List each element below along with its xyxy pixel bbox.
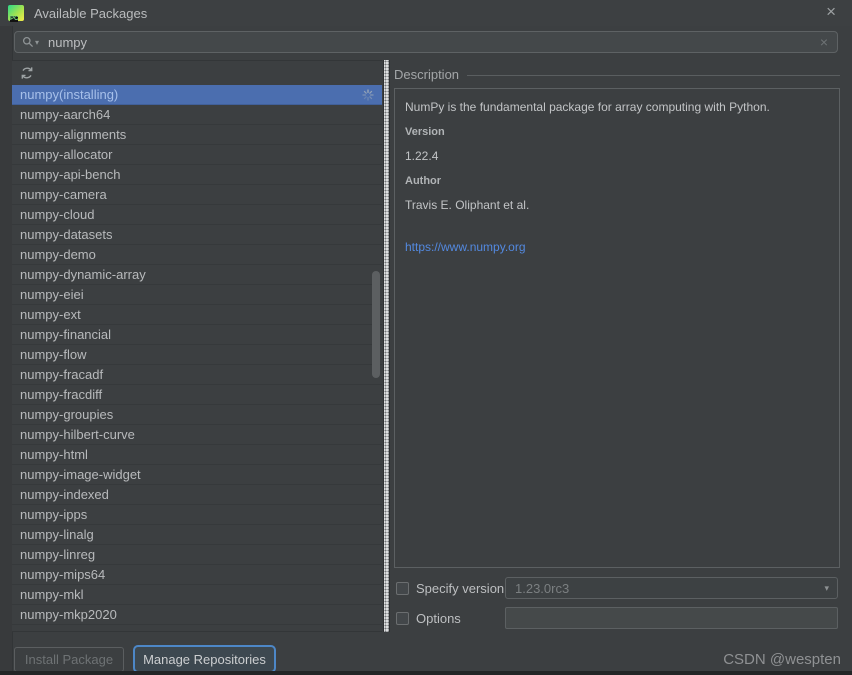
list-item[interactable]: numpy-aarch64 — [12, 105, 382, 125]
list-item[interactable]: numpy-linreg — [12, 545, 382, 565]
watermark: CSDN @wespten — [723, 651, 841, 668]
installing-spinner-icon — [362, 88, 374, 101]
list-item[interactable]: numpy-datasets — [12, 225, 382, 245]
list-item[interactable]: numpy-cloud — [12, 205, 382, 225]
search-input[interactable]: ▾ numpy × — [14, 31, 838, 53]
clear-search-icon[interactable]: × — [820, 34, 828, 50]
options-input[interactable] — [505, 607, 838, 629]
list-item[interactable]: numpy-flow — [12, 345, 382, 365]
selected-package-label: numpy(installing) — [20, 87, 119, 102]
options-label: Options — [416, 610, 461, 626]
author-value: Travis E. Oliphant et al. — [405, 198, 530, 212]
package-list-panel: numpy(installing) numpy-aarch64 numpy-ali… — [12, 60, 382, 632]
dialog-titlebar: PC Available Packages × — [0, 0, 852, 26]
dialog-title: Available Packages — [34, 5, 148, 21]
list-item[interactable]: numpy-allocator — [12, 145, 382, 165]
version-value: 1.22.4 — [405, 149, 439, 163]
list-item[interactable]: numpy-fracadf — [12, 365, 382, 385]
author-label: Author — [405, 175, 442, 187]
list-item[interactable]: numpy-mips64 — [12, 565, 382, 585]
version-combobox-value: 1.23.0rc3 — [515, 580, 570, 596]
install-package-button[interactable]: Install Package — [14, 647, 124, 672]
package-homepage-link[interactable]: https://www.numpy.org — [405, 240, 829, 254]
list-item[interactable]: numpy-eiei — [12, 285, 382, 305]
combo-arrow-icon[interactable]: ▾ — [824, 583, 829, 594]
search-icon — [22, 36, 34, 48]
specify-version-label: Specify version — [416, 580, 505, 596]
list-item[interactable]: numpy-api-bench — [12, 165, 382, 185]
specify-version-checkbox[interactable] — [396, 581, 409, 595]
options-checkbox[interactable] — [396, 611, 409, 625]
description-section-title: Description — [394, 67, 460, 82]
list-item[interactable]: numpy-image-widget — [12, 465, 382, 485]
list-toolbar — [12, 61, 382, 85]
close-icon[interactable]: × — [826, 2, 836, 22]
reload-icon[interactable] — [20, 66, 34, 80]
manage-repositories-button[interactable]: Manage Repositories — [133, 645, 276, 673]
list-item[interactable]: numpy-dynamic-array — [12, 265, 382, 285]
list-item[interactable]: numpy-financial — [12, 325, 382, 345]
list-item[interactable]: numpy-html — [12, 445, 382, 465]
list-item[interactable]: numpy-fracdiff — [12, 385, 382, 405]
pycharm-icon: PC — [8, 5, 24, 22]
list-item[interactable]: numpy-alignments — [12, 125, 382, 145]
description-title-rule — [467, 75, 840, 76]
list-item[interactable]: numpy-hilbert-curve — [12, 425, 382, 445]
package-list-items: numpy-aarch64 numpy-alignments numpy-alloc… — [12, 105, 382, 625]
search-history-chevron-icon[interactable]: ▾ — [35, 38, 39, 47]
description-panel: Description NumPy is the fundamental pac… — [392, 60, 840, 632]
list-item[interactable]: numpy-mkl — [12, 585, 382, 605]
list-item[interactable]: numpy-ipps — [12, 505, 382, 525]
list-item[interactable]: numpy-camera — [12, 185, 382, 205]
list-item[interactable]: numpy-linalg — [12, 525, 382, 545]
search-query-text: numpy — [48, 34, 88, 50]
description-box: NumPy is the fundamental package for arr… — [394, 88, 840, 568]
list-item[interactable]: numpy-indexed — [12, 485, 382, 505]
panel-splitter[interactable] — [383, 60, 390, 632]
dialog-bottom-edge — [0, 671, 852, 675]
list-item[interactable]: numpy-ext — [12, 305, 382, 325]
list-item[interactable]: numpy-demo — [12, 245, 382, 265]
version-label: Version — [405, 126, 445, 138]
version-combobox[interactable]: 1.23.0rc3 ▾ — [505, 577, 838, 599]
list-scrollbar-thumb[interactable] — [372, 271, 380, 378]
available-packages-dialog: PC Available Packages × ▾ numpy × numpy(… — [0, 0, 852, 675]
list-item[interactable]: numpy-mkp2020 — [12, 605, 382, 625]
list-item-selected[interactable]: numpy(installing) — [12, 85, 382, 105]
package-summary: NumPy is the fundamental package for arr… — [405, 100, 770, 114]
list-item[interactable]: numpy-groupies — [12, 405, 382, 425]
